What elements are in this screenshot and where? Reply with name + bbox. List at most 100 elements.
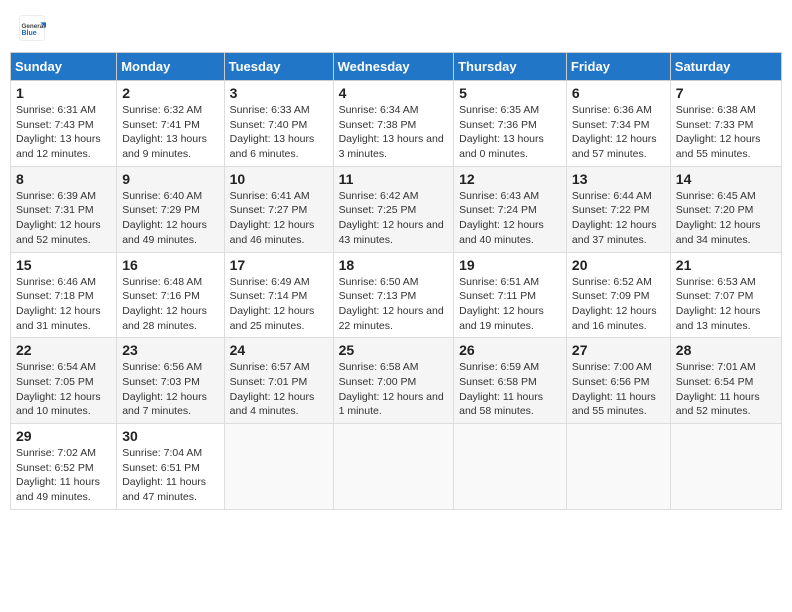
day-detail: Sunrise: 7:02 AMSunset: 6:52 PMDaylight:… xyxy=(16,446,111,505)
calendar-cell: 27 Sunrise: 7:00 AMSunset: 6:56 PMDayligh… xyxy=(566,338,670,424)
day-detail: Sunrise: 6:39 AMSunset: 7:31 PMDaylight:… xyxy=(16,189,111,248)
day-detail: Sunrise: 6:51 AMSunset: 7:11 PMDaylight:… xyxy=(459,275,561,334)
day-number: 29 xyxy=(16,428,111,444)
calendar-week-5: 29 Sunrise: 7:02 AMSunset: 6:52 PMDayligh… xyxy=(11,424,782,510)
day-detail: Sunrise: 6:40 AMSunset: 7:29 PMDaylight:… xyxy=(122,189,218,248)
calendar-cell: 26Sunrise: 6:59 AMSunset: 6:58 PMDayligh… xyxy=(454,338,567,424)
day-detail: Sunrise: 6:43 AMSunset: 7:24 PMDaylight:… xyxy=(459,189,561,248)
calendar-cell: 21 Sunrise: 6:53 AMSunset: 7:07 PMDayligh… xyxy=(670,252,781,338)
page-header: General Blue xyxy=(10,10,782,46)
calendar-cell xyxy=(566,424,670,510)
day-number: 5 xyxy=(459,85,561,101)
calendar-cell: 18Sunrise: 6:50 AMSunset: 7:13 PMDayligh… xyxy=(333,252,454,338)
day-detail: Sunrise: 6:46 AMSunset: 7:18 PMDaylight:… xyxy=(16,275,111,334)
day-detail: Sunrise: 7:01 AMSunset: 6:54 PMDaylight:… xyxy=(676,360,776,419)
calendar-cell: 24Sunrise: 6:57 AMSunset: 7:01 PMDayligh… xyxy=(224,338,333,424)
svg-text:General: General xyxy=(22,23,46,30)
day-number: 12 xyxy=(459,171,561,187)
col-header-monday: Monday xyxy=(117,53,224,81)
calendar-cell xyxy=(454,424,567,510)
calendar-cell xyxy=(670,424,781,510)
day-number: 13 xyxy=(572,171,665,187)
col-header-thursday: Thursday xyxy=(454,53,567,81)
day-number: 7 xyxy=(676,85,776,101)
svg-text:Blue: Blue xyxy=(22,30,37,37)
day-number: 21 xyxy=(676,257,776,273)
calendar-cell: 22Sunrise: 6:54 AMSunset: 7:05 PMDayligh… xyxy=(11,338,117,424)
day-number: 10 xyxy=(230,171,328,187)
day-detail: Sunrise: 6:59 AMSunset: 6:58 PMDaylight:… xyxy=(459,360,561,419)
calendar-cell: 17Sunrise: 6:49 AMSunset: 7:14 PMDayligh… xyxy=(224,252,333,338)
calendar-week-3: 15 Sunrise: 6:46 AMSunset: 7:18 PMDayligh… xyxy=(11,252,782,338)
calendar-body: 1 Sunrise: 6:31 AMSunset: 7:43 PMDaylight… xyxy=(11,81,782,510)
col-header-saturday: Saturday xyxy=(670,53,781,81)
calendar-table: SundayMondayTuesdayWednesdayThursdayFrid… xyxy=(10,52,782,510)
day-detail: Sunrise: 6:32 AMSunset: 7:41 PMDaylight:… xyxy=(122,103,218,162)
day-detail: Sunrise: 6:35 AMSunset: 7:36 PMDaylight:… xyxy=(459,103,561,162)
day-detail: Sunrise: 6:44 AMSunset: 7:22 PMDaylight:… xyxy=(572,189,665,248)
day-detail: Sunrise: 6:41 AMSunset: 7:27 PMDaylight:… xyxy=(230,189,328,248)
day-number: 18 xyxy=(339,257,449,273)
day-detail: Sunrise: 6:49 AMSunset: 7:14 PMDaylight:… xyxy=(230,275,328,334)
col-header-tuesday: Tuesday xyxy=(224,53,333,81)
day-number: 9 xyxy=(122,171,218,187)
day-number: 14 xyxy=(676,171,776,187)
day-number: 28 xyxy=(676,342,776,358)
calendar-cell: 16Sunrise: 6:48 AMSunset: 7:16 PMDayligh… xyxy=(117,252,224,338)
calendar-cell: 29 Sunrise: 7:02 AMSunset: 6:52 PMDayligh… xyxy=(11,424,117,510)
calendar-week-2: 8 Sunrise: 6:39 AMSunset: 7:31 PMDaylight… xyxy=(11,166,782,252)
calendar-cell: 8 Sunrise: 6:39 AMSunset: 7:31 PMDaylight… xyxy=(11,166,117,252)
calendar-cell: 19 Sunrise: 6:51 AMSunset: 7:11 PMDayligh… xyxy=(454,252,567,338)
calendar-cell: 23Sunrise: 6:56 AMSunset: 7:03 PMDayligh… xyxy=(117,338,224,424)
day-detail: Sunrise: 6:45 AMSunset: 7:20 PMDaylight:… xyxy=(676,189,776,248)
day-number: 16 xyxy=(122,257,218,273)
day-detail: Sunrise: 6:58 AMSunset: 7:00 PMDaylight:… xyxy=(339,360,449,419)
calendar-cell: 5 Sunrise: 6:35 AMSunset: 7:36 PMDaylight… xyxy=(454,81,567,167)
day-detail: Sunrise: 6:33 AMSunset: 7:40 PMDaylight:… xyxy=(230,103,328,162)
calendar-header: SundayMondayTuesdayWednesdayThursdayFrid… xyxy=(11,53,782,81)
calendar-cell: 14 Sunrise: 6:45 AMSunset: 7:20 PMDayligh… xyxy=(670,166,781,252)
day-detail: Sunrise: 6:34 AMSunset: 7:38 PMDaylight:… xyxy=(339,103,449,162)
day-number: 27 xyxy=(572,342,665,358)
calendar-cell: 28 Sunrise: 7:01 AMSunset: 6:54 PMDayligh… xyxy=(670,338,781,424)
day-detail: Sunrise: 7:00 AMSunset: 6:56 PMDaylight:… xyxy=(572,360,665,419)
day-number: 1 xyxy=(16,85,111,101)
day-number: 25 xyxy=(339,342,449,358)
calendar-cell: 13 Sunrise: 6:44 AMSunset: 7:22 PMDayligh… xyxy=(566,166,670,252)
day-detail: Sunrise: 6:31 AMSunset: 7:43 PMDaylight:… xyxy=(16,103,111,162)
day-number: 8 xyxy=(16,171,111,187)
calendar-cell: 1 Sunrise: 6:31 AMSunset: 7:43 PMDaylight… xyxy=(11,81,117,167)
day-number: 20 xyxy=(572,257,665,273)
calendar-week-4: 22Sunrise: 6:54 AMSunset: 7:05 PMDayligh… xyxy=(11,338,782,424)
logo: General Blue xyxy=(18,14,46,42)
col-header-friday: Friday xyxy=(566,53,670,81)
day-number: 4 xyxy=(339,85,449,101)
day-detail: Sunrise: 6:54 AMSunset: 7:05 PMDaylight:… xyxy=(16,360,111,419)
col-header-wednesday: Wednesday xyxy=(333,53,454,81)
day-number: 19 xyxy=(459,257,561,273)
calendar-cell: 9 Sunrise: 6:40 AMSunset: 7:29 PMDaylight… xyxy=(117,166,224,252)
calendar-week-1: 1 Sunrise: 6:31 AMSunset: 7:43 PMDaylight… xyxy=(11,81,782,167)
calendar-cell xyxy=(224,424,333,510)
calendar-cell: 11Sunrise: 6:42 AMSunset: 7:25 PMDayligh… xyxy=(333,166,454,252)
logo-icon: General Blue xyxy=(18,14,46,42)
col-header-sunday: Sunday xyxy=(11,53,117,81)
day-number: 15 xyxy=(16,257,111,273)
calendar-cell: 10 Sunrise: 6:41 AMSunset: 7:27 PMDayligh… xyxy=(224,166,333,252)
day-detail: Sunrise: 6:42 AMSunset: 7:25 PMDaylight:… xyxy=(339,189,449,248)
day-detail: Sunrise: 6:52 AMSunset: 7:09 PMDaylight:… xyxy=(572,275,665,334)
day-detail: Sunrise: 6:36 AMSunset: 7:34 PMDaylight:… xyxy=(572,103,665,162)
day-detail: Sunrise: 6:57 AMSunset: 7:01 PMDaylight:… xyxy=(230,360,328,419)
day-detail: Sunrise: 6:53 AMSunset: 7:07 PMDaylight:… xyxy=(676,275,776,334)
day-number: 3 xyxy=(230,85,328,101)
calendar-cell: 30Sunrise: 7:04 AMSunset: 6:51 PMDayligh… xyxy=(117,424,224,510)
day-detail: Sunrise: 6:38 AMSunset: 7:33 PMDaylight:… xyxy=(676,103,776,162)
calendar-cell: 20 Sunrise: 6:52 AMSunset: 7:09 PMDayligh… xyxy=(566,252,670,338)
day-number: 6 xyxy=(572,85,665,101)
day-number: 30 xyxy=(122,428,218,444)
calendar-cell: 4 Sunrise: 6:34 AMSunset: 7:38 PMDaylight… xyxy=(333,81,454,167)
calendar-cell: 12 Sunrise: 6:43 AMSunset: 7:24 PMDayligh… xyxy=(454,166,567,252)
day-number: 2 xyxy=(122,85,218,101)
calendar-cell xyxy=(333,424,454,510)
calendar-cell: 7 Sunrise: 6:38 AMSunset: 7:33 PMDaylight… xyxy=(670,81,781,167)
